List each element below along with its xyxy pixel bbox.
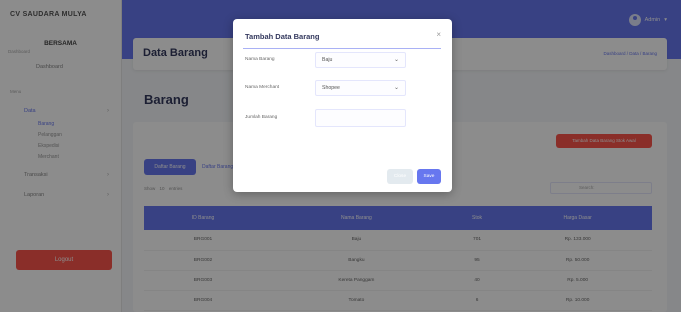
field-label-nama-barang: Nama Barang [245, 57, 275, 62]
select-value: Baju [322, 57, 333, 63]
nama-barang-select[interactable]: Baju ⌄ [315, 52, 406, 68]
close-icon[interactable]: × [436, 30, 441, 39]
field-label-jumlah-barang: Jumlah Barang [245, 115, 278, 120]
save-button[interactable]: Save [417, 169, 441, 184]
select-value: Shopee [322, 85, 340, 91]
modal-divider [243, 48, 441, 49]
add-item-modal: Tambah Data Barang × Nama Barang Baju ⌄ … [233, 19, 452, 192]
chevron-down-icon: ⌄ [393, 85, 399, 91]
close-button[interactable]: Close [387, 169, 413, 184]
nama-merchant-select[interactable]: Shopee ⌄ [315, 80, 406, 96]
jumlah-barang-input[interactable] [315, 109, 406, 127]
chevron-down-icon: ⌄ [393, 57, 399, 63]
field-label-nama-merchant: Nama Merchant [245, 85, 280, 90]
modal-title: Tambah Data Barang [245, 32, 320, 41]
